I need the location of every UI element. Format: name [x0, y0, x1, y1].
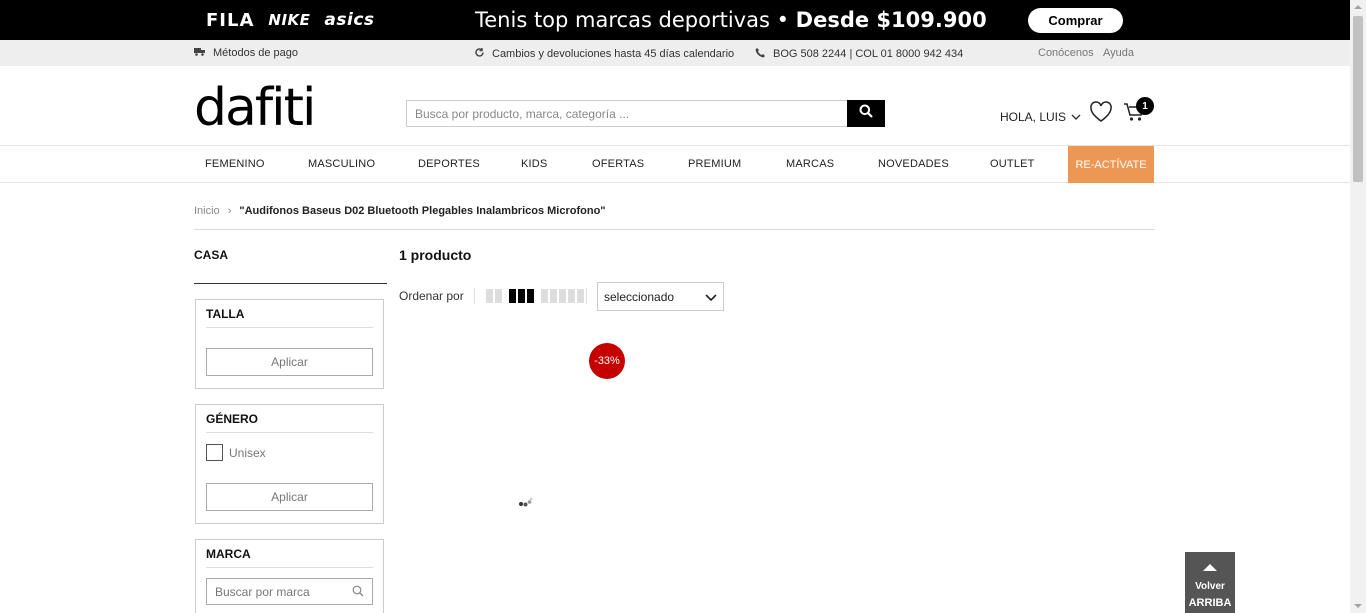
- results-count: 1 producto: [399, 247, 472, 263]
- account-menu[interactable]: HOLA, LUIS: [1000, 110, 1081, 124]
- filter-size-title: TALLA: [206, 307, 245, 321]
- grid-3-columns-icon[interactable]: [509, 289, 534, 303]
- breadcrumb-divider: [194, 229, 1155, 230]
- page-scrollbar[interactable]: [1350, 0, 1366, 613]
- brand-search-placeholder: Buscar por marca: [215, 585, 310, 599]
- filter-divider: [206, 327, 373, 328]
- refresh-icon: [474, 47, 485, 61]
- cart-count-badge: 1: [1136, 97, 1154, 115]
- nav-item-marcas[interactable]: MARCAS: [786, 158, 834, 170]
- promo-banner[interactable]: FILA NIKE asics Tenis top marcas deporti…: [0, 0, 1350, 40]
- filter-size: TALLA Aplicar: [195, 299, 384, 389]
- nav-item-masculino[interactable]: MASCULINO: [308, 158, 375, 170]
- truck-icon: [194, 47, 206, 59]
- unisex-checkbox[interactable]: [206, 444, 223, 461]
- search-input[interactable]: Busca por producto, marca, categoría ...: [406, 100, 847, 127]
- filter-gender: GÉNERO Unisex Aplicar: [195, 404, 384, 524]
- nav-item-ofertas[interactable]: OFERTAS: [592, 158, 644, 170]
- account-greeting: HOLA, LUIS: [1000, 110, 1067, 124]
- nav-item-outlet[interactable]: OUTLET: [990, 158, 1035, 170]
- arrow-up-icon: [1203, 564, 1217, 571]
- search-button[interactable]: [847, 100, 885, 127]
- promo-brand-logos: FILA NIKE asics: [206, 8, 375, 32]
- toolbar-divider: [586, 288, 587, 304]
- sidebar-category-divider: [194, 283, 387, 284]
- breadcrumb-separator: ›: [227, 205, 232, 217]
- filter-divider: [206, 567, 373, 568]
- filter-size-apply-button[interactable]: Aplicar: [206, 348, 373, 376]
- loading-spinner-icon: [518, 494, 534, 507]
- nav-item-kids[interactable]: KIDS: [521, 158, 547, 170]
- brand-logo-fila: FILA: [206, 9, 255, 31]
- filter-gender-apply-button[interactable]: Aplicar: [206, 483, 373, 511]
- payment-methods-link[interactable]: Métodos de pago: [194, 47, 298, 59]
- about-link[interactable]: Conócenos: [1038, 47, 1094, 59]
- grid-4-columns-icon[interactable]: [541, 289, 584, 303]
- filter-divider: [206, 432, 373, 433]
- search-icon: [352, 585, 364, 600]
- promo-headline: Tenis top marcas deportivas • Desde $109…: [475, 8, 987, 32]
- phone-icon: [755, 47, 766, 61]
- breadcrumb-current: "Audifonos Baseus D02 Bluetooth Plegable…: [239, 205, 606, 217]
- returns-label: Cambios y devoluciones hasta 45 días cal…: [492, 48, 735, 60]
- discount-badge: -33%: [589, 343, 625, 379]
- filter-brand-title: MARCA: [206, 547, 251, 561]
- chevron-down-icon: [705, 291, 717, 305]
- help-link[interactable]: Ayuda: [1103, 47, 1134, 59]
- phone-info: BOG 508 2244 | COL 01 8000 942 434: [755, 47, 963, 61]
- sort-label: Ordenar por: [399, 289, 464, 303]
- nav-item-premium[interactable]: PREMIUM: [688, 158, 741, 170]
- phone-label: BOG 508 2244 | COL 01 8000 942 434: [773, 48, 964, 60]
- scroll-up-arrow-icon[interactable]: [1354, 5, 1362, 9]
- nav-item-reactivate[interactable]: RE-ACTÍVATE: [1068, 146, 1154, 183]
- main-nav: FEMENINO MASCULINO DEPORTES KIDS OFERTAS…: [0, 145, 1350, 183]
- chevron-down-icon: [1071, 110, 1081, 124]
- promo-headline-text: Tenis top marcas deportivas •: [475, 8, 796, 32]
- filter-gender-title: GÉNERO: [206, 412, 259, 426]
- grid-2-columns-icon[interactable]: [486, 289, 502, 303]
- scroll-down-arrow-icon[interactable]: [1354, 604, 1362, 608]
- toolbar-divider: [474, 288, 475, 304]
- sort-select-value: seleccionado: [604, 290, 675, 304]
- brand-logo-nike: NIKE: [268, 11, 311, 29]
- promo-buy-button[interactable]: Comprar: [1028, 8, 1123, 33]
- back-to-top-button[interactable]: Volver ARRIBA: [1185, 552, 1235, 613]
- brand-search-input[interactable]: Buscar por marca: [206, 578, 373, 605]
- payment-methods-label: Métodos de pago: [213, 47, 299, 59]
- nav-item-femenino[interactable]: FEMENINO: [205, 158, 265, 170]
- promo-headline-price: Desde $109.900: [795, 8, 987, 32]
- nav-item-novedades[interactable]: NOVEDADES: [878, 158, 949, 170]
- filter-gender-option-unisex[interactable]: Unisex: [206, 444, 266, 461]
- utility-bar: Métodos de pago Cambios y devoluciones h…: [0, 40, 1350, 66]
- wishlist-heart-icon[interactable]: [1089, 101, 1113, 128]
- dafiti-logo[interactable]: dafiti: [194, 82, 316, 134]
- sort-select[interactable]: seleccionado: [597, 282, 724, 311]
- scrollbar-thumb[interactable]: [1353, 16, 1363, 182]
- nav-item-deportes[interactable]: DEPORTES: [418, 158, 480, 170]
- sidebar-category-title[interactable]: CASA: [194, 248, 228, 262]
- filter-brand: MARCA Buscar por marca: [195, 539, 384, 613]
- returns-info[interactable]: Cambios y devoluciones hasta 45 días cal…: [474, 47, 734, 61]
- back-to-top-line1: Volver: [1195, 581, 1225, 592]
- back-to-top-line2: ARRIBA: [1188, 597, 1232, 609]
- unisex-label: Unisex: [229, 445, 266, 460]
- brand-logo-asics: asics: [324, 10, 375, 30]
- search-icon: [859, 104, 873, 123]
- breadcrumb-home-link[interactable]: Inicio: [194, 205, 220, 217]
- breadcrumb: Inicio › "Audifonos Baseus D02 Bluetooth…: [194, 205, 606, 217]
